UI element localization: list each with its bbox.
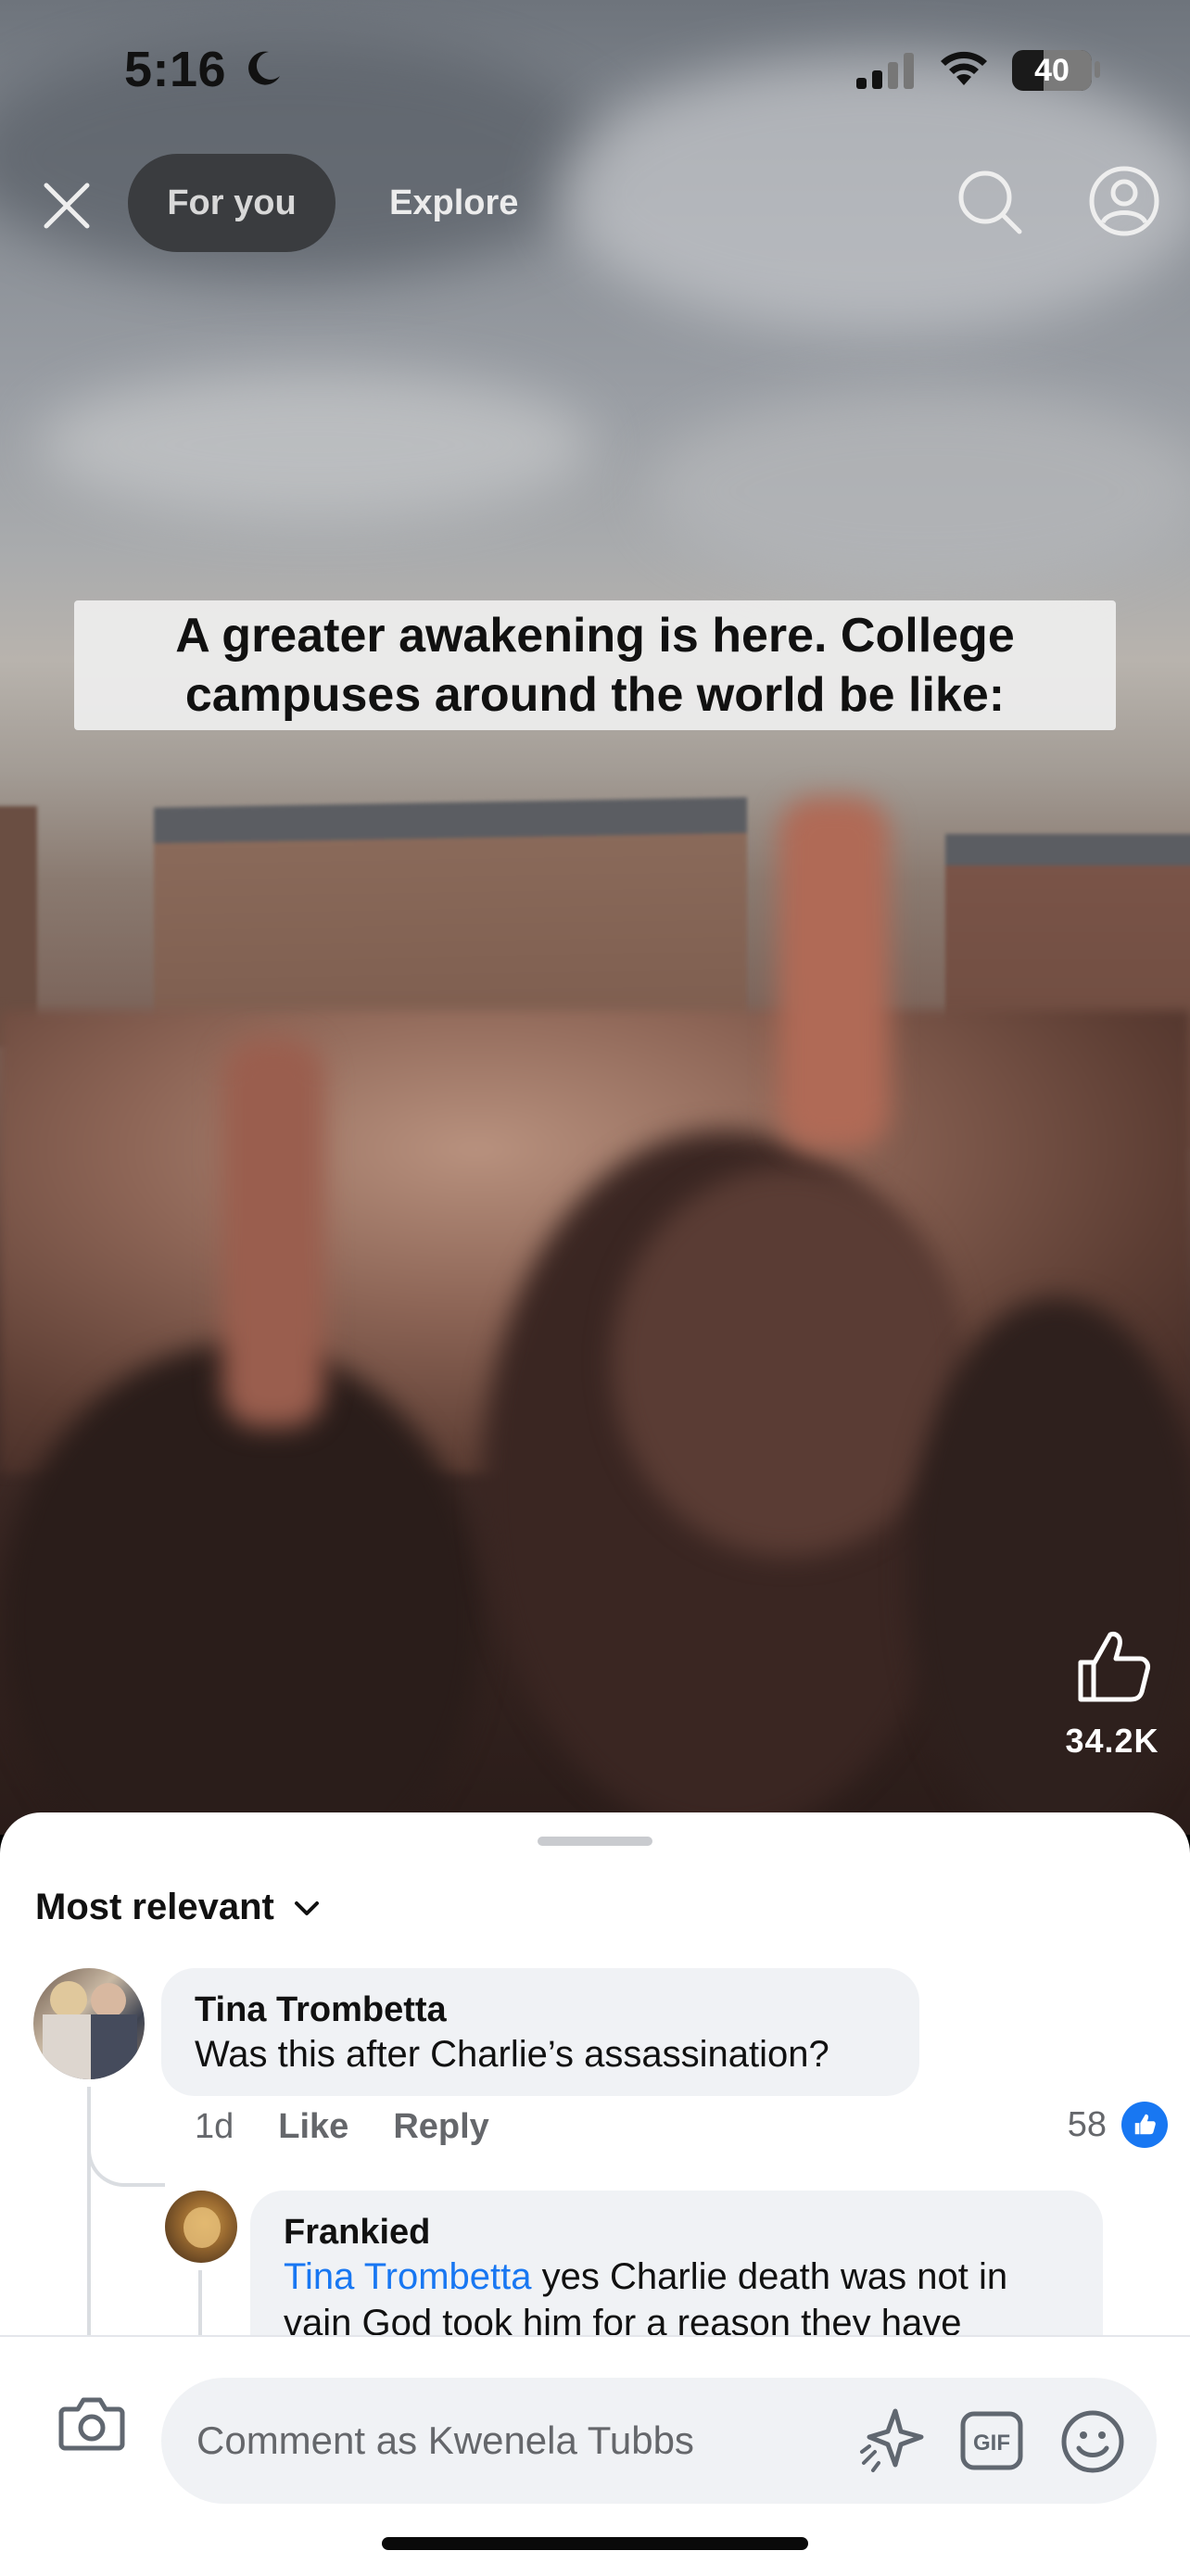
thread-line xyxy=(198,2270,202,2344)
person-head xyxy=(612,1168,964,1557)
comment-time: 1d xyxy=(195,2107,234,2146)
comment-bubble[interactable]: Tina Trombetta Was this after Charlie’s … xyxy=(161,1968,919,2096)
video-like-count: 34.2K xyxy=(1065,1722,1159,1760)
comment-reactions[interactable]: 58 xyxy=(1068,2102,1168,2148)
avatar[interactable] xyxy=(33,1968,145,2079)
comment-composer: Comment as Kwenela Tubbs GIF xyxy=(0,2335,1190,2576)
avatar[interactable] xyxy=(165,2191,237,2263)
battery-level: 40 xyxy=(1034,52,1070,88)
comment-text: Tina Trombetta yes Charlie death was not… xyxy=(284,2254,1070,2300)
reply-button[interactable]: Reply xyxy=(393,2107,488,2147)
thumbs-up-icon[interactable] xyxy=(1073,1627,1151,1705)
video-player[interactable] xyxy=(0,0,1190,1835)
status-time: 5:16 xyxy=(124,42,227,97)
profile-icon[interactable] xyxy=(1088,165,1160,237)
raised-arm xyxy=(779,797,890,1149)
caption-line: A greater awakening is here. College xyxy=(175,609,1015,663)
sort-label: Most relevant xyxy=(35,1887,274,1927)
battery-cap xyxy=(1095,61,1100,78)
reaction-count: 58 xyxy=(1067,2104,1107,2144)
caption-line: campuses around the world be like: xyxy=(184,668,1006,722)
cloud xyxy=(649,389,1190,593)
tab-for-you[interactable]: For you xyxy=(128,154,335,252)
like-reaction-icon xyxy=(1121,2102,1168,2148)
tab-explore[interactable]: Explore xyxy=(371,154,537,252)
emoji-icon[interactable] xyxy=(1060,2409,1125,2474)
raised-arm xyxy=(222,1038,324,1427)
comment-text: Was this after Charlie’s assassination? xyxy=(195,2034,829,2075)
wifi-icon xyxy=(941,51,987,85)
home-indicator[interactable] xyxy=(382,2537,808,2550)
comment-author[interactable]: Frankied xyxy=(284,2211,1070,2254)
cellular-signal-icon xyxy=(856,53,914,89)
cloud xyxy=(37,371,593,519)
svg-text:GIF: GIF xyxy=(973,2431,1010,2456)
sheet-drag-handle[interactable] xyxy=(538,1837,652,1846)
comment-text-part: yes Charlie death was not in xyxy=(531,2256,1008,2297)
camera-icon[interactable] xyxy=(57,2389,126,2457)
thread-connector xyxy=(87,2090,165,2187)
moon-icon xyxy=(248,51,280,85)
comment-author[interactable]: Tina Trombetta xyxy=(195,1989,886,2031)
search-icon[interactable] xyxy=(955,167,1025,237)
mention-link[interactable]: Tina Trombetta xyxy=(284,2256,532,2297)
comment-actions: 1d Like Reply xyxy=(195,2107,489,2147)
chevron-down-icon xyxy=(294,1900,319,1915)
sort-dropdown[interactable]: Most relevant xyxy=(35,1887,323,1928)
battery-indicator: 40 xyxy=(1012,50,1092,91)
close-icon[interactable] xyxy=(37,176,96,235)
sparkle-icon[interactable] xyxy=(856,2406,927,2476)
video-caption: A greater awakening is here. College cam… xyxy=(74,600,1116,730)
gif-icon[interactable]: GIF xyxy=(960,2411,1023,2470)
like-button[interactable]: Like xyxy=(278,2107,348,2147)
